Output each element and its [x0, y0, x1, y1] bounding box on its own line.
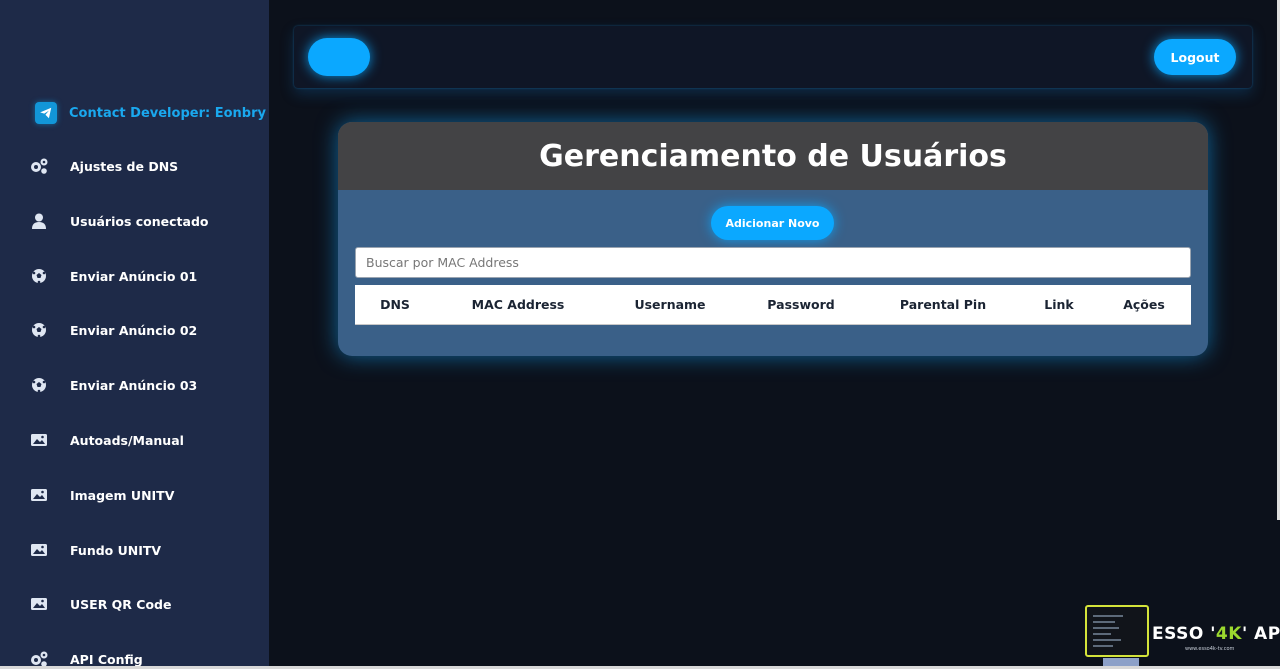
sidebar-item-label: Imagem UNITV: [70, 487, 175, 503]
sidebar-item-label: Enviar Anúncio 02: [70, 322, 198, 338]
gears-icon: [28, 157, 50, 175]
sidebar-item-label: Autoads/Manual: [70, 432, 184, 448]
sidebar-item-label: Fundo UNITV: [70, 542, 162, 558]
sidebar: Contact Developer: Eonbry Ajustes de DNS…: [0, 0, 269, 669]
sidebar-item-usuarios-conectado[interactable]: Usuários conectado: [28, 209, 258, 233]
column-header-mac-address: MAC Address: [471, 297, 565, 312]
soccer-ball-icon: [28, 376, 50, 394]
sidebar-item-enviar-anuncio-01[interactable]: Enviar Anúncio 01: [28, 264, 258, 288]
sidebar-item-label: API Config: [70, 651, 143, 667]
logo-text: ESSO '4K' APPS: [1152, 624, 1280, 644]
soccer-ball-icon: [28, 267, 50, 285]
sidebar-item-imagem-unitv[interactable]: Imagem UNITV: [28, 483, 258, 507]
sidebar-item-label: Ajustes de DNS: [70, 158, 179, 174]
sidebar-item-label: Enviar Anúncio 03: [70, 377, 198, 393]
top-bar: Logout: [294, 26, 1252, 88]
add-new-button[interactable]: Adicionar Novo: [711, 206, 834, 240]
column-header-acoes: Ações: [1123, 297, 1165, 312]
image-icon: [28, 595, 50, 613]
esso-4k-apps-logo: ESSO '4K' APPS www.esso4k-tv.com: [1083, 601, 1280, 669]
image-icon: [28, 486, 50, 504]
soccer-ball-icon: [28, 321, 50, 339]
sidebar-item-ajustes-dns[interactable]: Ajustes de DNS: [28, 154, 258, 178]
column-header-password: Password: [767, 297, 835, 312]
user-management-card: Gerenciamento de Usuários Adicionar Novo…: [338, 122, 1208, 356]
contact-developer-label: Contact Developer: Eonbry: [69, 105, 266, 121]
column-header-link: Link: [1044, 297, 1074, 312]
image-icon: [28, 541, 50, 559]
monitor-icon: [1085, 605, 1149, 657]
logo-url: www.esso4k-tv.com: [1185, 646, 1235, 652]
column-header-username: Username: [634, 297, 706, 312]
mac-search-input[interactable]: [355, 247, 1191, 278]
column-header-dns: DNS: [380, 297, 410, 312]
sidebar-item-label: Usuários conectado: [70, 213, 209, 229]
card-header: Gerenciamento de Usuários: [338, 122, 1208, 190]
sidebar-item-enviar-anuncio-02[interactable]: Enviar Anúncio 02: [28, 318, 258, 342]
image-icon: [28, 431, 50, 449]
sidebar-item-label: Enviar Anúncio 01: [70, 268, 198, 284]
page-title: Gerenciamento de Usuários: [539, 138, 1007, 174]
column-header-parental-pin: Parental Pin: [899, 297, 987, 312]
sidebar-item-label: USER QR Code: [70, 596, 172, 612]
contact-developer-link[interactable]: Contact Developer: Eonbry: [35, 101, 266, 125]
sidebar-item-fundo-unitv[interactable]: Fundo UNITV: [28, 538, 258, 562]
monitor-stand: [1103, 658, 1139, 666]
sidebar-item-autoads-manual[interactable]: Autoads/Manual: [28, 428, 258, 452]
users-table-header: DNS MAC Address Username Password Parent…: [355, 285, 1191, 325]
logout-button[interactable]: Logout: [1154, 39, 1236, 75]
sidebar-item-enviar-anuncio-03[interactable]: Enviar Anúncio 03: [28, 373, 258, 397]
user-icon: [28, 212, 50, 230]
telegram-icon: [35, 102, 57, 124]
menu-toggle-button[interactable]: [308, 38, 370, 76]
sidebar-item-user-qr-code[interactable]: USER QR Code: [28, 592, 258, 616]
